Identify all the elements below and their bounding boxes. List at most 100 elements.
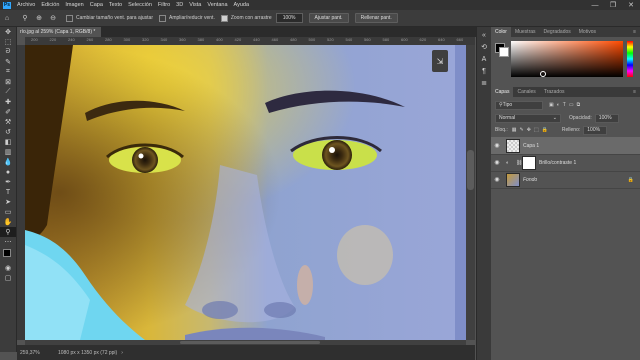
scrubby-zoom-checkbox[interactable]: Zoom con arrastre [220,14,272,22]
maximize-icon[interactable]: ❐ [604,0,622,10]
character-panel-icon[interactable]: A [477,53,491,65]
menu-archivo[interactable]: Archivo [14,2,38,8]
tab-patterns[interactable]: Motivos [575,27,600,37]
color-picker-field[interactable] [511,41,623,77]
move-tool-icon[interactable]: ✥ [0,27,16,37]
zoom-tool-icon[interactable]: ⚲ [20,13,30,23]
healing-brush-tool-icon[interactable]: ✚ [0,97,16,107]
vertical-scrollbar-thumb[interactable] [467,150,474,190]
screen-mode-icon[interactable]: ▢ [0,273,16,283]
lock-pixels-icon[interactable]: ✎ [520,127,524,133]
more-tools-icon[interactable]: ⋯ [0,237,16,247]
history-brush-tool-icon[interactable]: ↺ [0,127,16,137]
color-picker-cursor[interactable] [540,71,546,77]
quick-mask-icon[interactable]: ◉ [0,263,16,273]
lock-artboard-icon[interactable]: ⬚ [534,127,539,133]
layer-row-brightness-contrast[interactable]: ◉ ◐ ⛓ Brillo/contraste 1 [491,154,640,172]
menu-texto[interactable]: Texto [106,2,125,8]
filter-adjustment-icon[interactable]: ◐ [557,102,560,108]
zoom-tool-icon[interactable]: ⚲ [0,227,16,237]
properties-panel-icon[interactable]: ≣ [477,77,491,89]
filter-pixel-icon[interactable]: ▣ [549,102,554,108]
tab-channels[interactable]: Canales [513,87,539,97]
panel-menu-icon[interactable]: ≡ [629,87,640,97]
layer-row-capa-1[interactable]: ◉ Capa 1 [491,137,640,155]
visibility-eye-icon[interactable]: ◉ [491,176,503,183]
path-selection-tool-icon[interactable]: ➤ [0,197,16,207]
opacity-field[interactable]: 100% [594,113,619,123]
home-icon[interactable]: ⌂ [2,13,12,23]
checkbox-box[interactable] [158,14,166,22]
panel-menu-icon[interactable]: ≡ [629,27,640,37]
vertical-scrollbar[interactable] [466,45,475,340]
layer-mask-thumbnail[interactable] [522,155,536,170]
chevron-right-icon[interactable]: › [121,350,123,356]
pen-tool-icon[interactable]: ✒ [0,177,16,187]
fit-screen-button[interactable]: Ajustar pant. [308,13,349,23]
navigator-panel-icon[interactable]: ⇲ [432,50,448,72]
layer-row-fondo[interactable]: ◉ Fondo 🔒 [491,171,640,189]
zoom-all-windows-checkbox[interactable]: Ampliar/reducir vent. [158,14,215,22]
type-tool-icon[interactable]: T [0,187,16,197]
close-icon[interactable]: ✕ [622,0,640,10]
crop-tool-icon[interactable]: ⌗ [0,67,16,77]
tab-swatches[interactable]: Muestras [511,27,540,37]
lock-transparency-icon[interactable]: ▦ [512,127,517,133]
brush-tool-icon[interactable]: ✐ [0,107,16,117]
blur-tool-icon[interactable]: 💧 [0,157,16,167]
menu-ventana[interactable]: Ventana [204,2,230,8]
menu-vista[interactable]: Vista [186,2,204,8]
document-tab[interactable]: río.jpg al 259% (Capa 1, RGB/8) * [17,27,101,37]
layer-name[interactable]: Capa 1 [523,143,539,149]
filter-shape-icon[interactable]: ▭ [569,102,574,108]
layer-name[interactable]: Brillo/contraste 1 [539,160,576,166]
clone-stamp-tool-icon[interactable]: ⚒ [0,117,16,127]
foreground-color-swatch[interactable] [3,249,11,257]
expand-panels-icon[interactable]: « [477,29,491,41]
color-swatches[interactable] [0,247,16,263]
menu-3d[interactable]: 3D [173,2,186,8]
menu-imagen[interactable]: Imagen [62,2,86,8]
menu-capa[interactable]: Capa [87,2,106,8]
status-zoom[interactable]: 259,37% [20,350,54,356]
filter-smart-icon[interactable]: ⧉ [577,102,581,108]
blend-mode-dropdown[interactable]: Normal ⌄ [495,113,561,123]
paragraph-panel-icon[interactable]: ¶ [477,65,491,77]
lock-all-icon[interactable]: 🔒 [542,127,548,133]
tab-paths[interactable]: Trazados [540,87,569,97]
horizontal-scrollbar-thumb[interactable] [180,341,320,344]
tab-layers[interactable]: Capas [491,87,514,97]
shape-tool-icon[interactable]: ▭ [0,207,16,217]
filter-type-icon[interactable]: T [563,102,566,108]
menu-filtro[interactable]: Filtro [155,2,173,8]
checkbox-box[interactable] [220,14,228,22]
resize-windows-checkbox[interactable]: Cambiar tamaño vent. para ajustar [66,14,153,22]
lasso-tool-icon[interactable]: ᘐ [0,47,16,57]
document-canvas[interactable] [25,45,466,340]
tab-gradients[interactable]: Degradados [540,27,575,37]
eyedropper-tool-icon[interactable]: ⟋ [0,87,16,97]
checkbox-box[interactable] [66,14,73,22]
layer-filter-dropdown[interactable]: ⚲ Tipo [495,100,543,110]
frame-tool-icon[interactable]: ⊠ [0,77,16,87]
menu-ayuda[interactable]: Ayuda [231,2,253,8]
menu-seleccion[interactable]: Selección [125,2,155,8]
background-color-swatch[interactable] [499,47,509,57]
zoom-out-icon[interactable]: ⊖ [48,13,58,23]
hue-slider[interactable] [627,41,633,77]
fill-field[interactable]: 100% [583,125,608,135]
menu-edicion[interactable]: Edición [38,2,62,8]
eraser-tool-icon[interactable]: ◧ [0,137,16,147]
minimize-icon[interactable]: — [586,0,604,10]
zoom-percentage-field[interactable]: 100% [275,13,303,23]
dodge-tool-icon[interactable]: ● [0,167,16,177]
lock-position-icon[interactable]: ✥ [527,127,531,133]
quick-select-tool-icon[interactable]: ✎ [0,57,16,67]
zoom-in-icon[interactable]: ⊕ [34,13,44,23]
gradient-tool-icon[interactable]: ▥ [0,147,16,157]
visibility-eye-icon[interactable]: ◉ [491,142,503,149]
fill-screen-button[interactable]: Rellenar pant. [354,13,398,23]
marquee-tool-icon[interactable]: ⬚ [0,37,16,47]
tab-color[interactable]: Color [491,27,511,37]
visibility-eye-icon[interactable]: ◉ [491,159,503,166]
